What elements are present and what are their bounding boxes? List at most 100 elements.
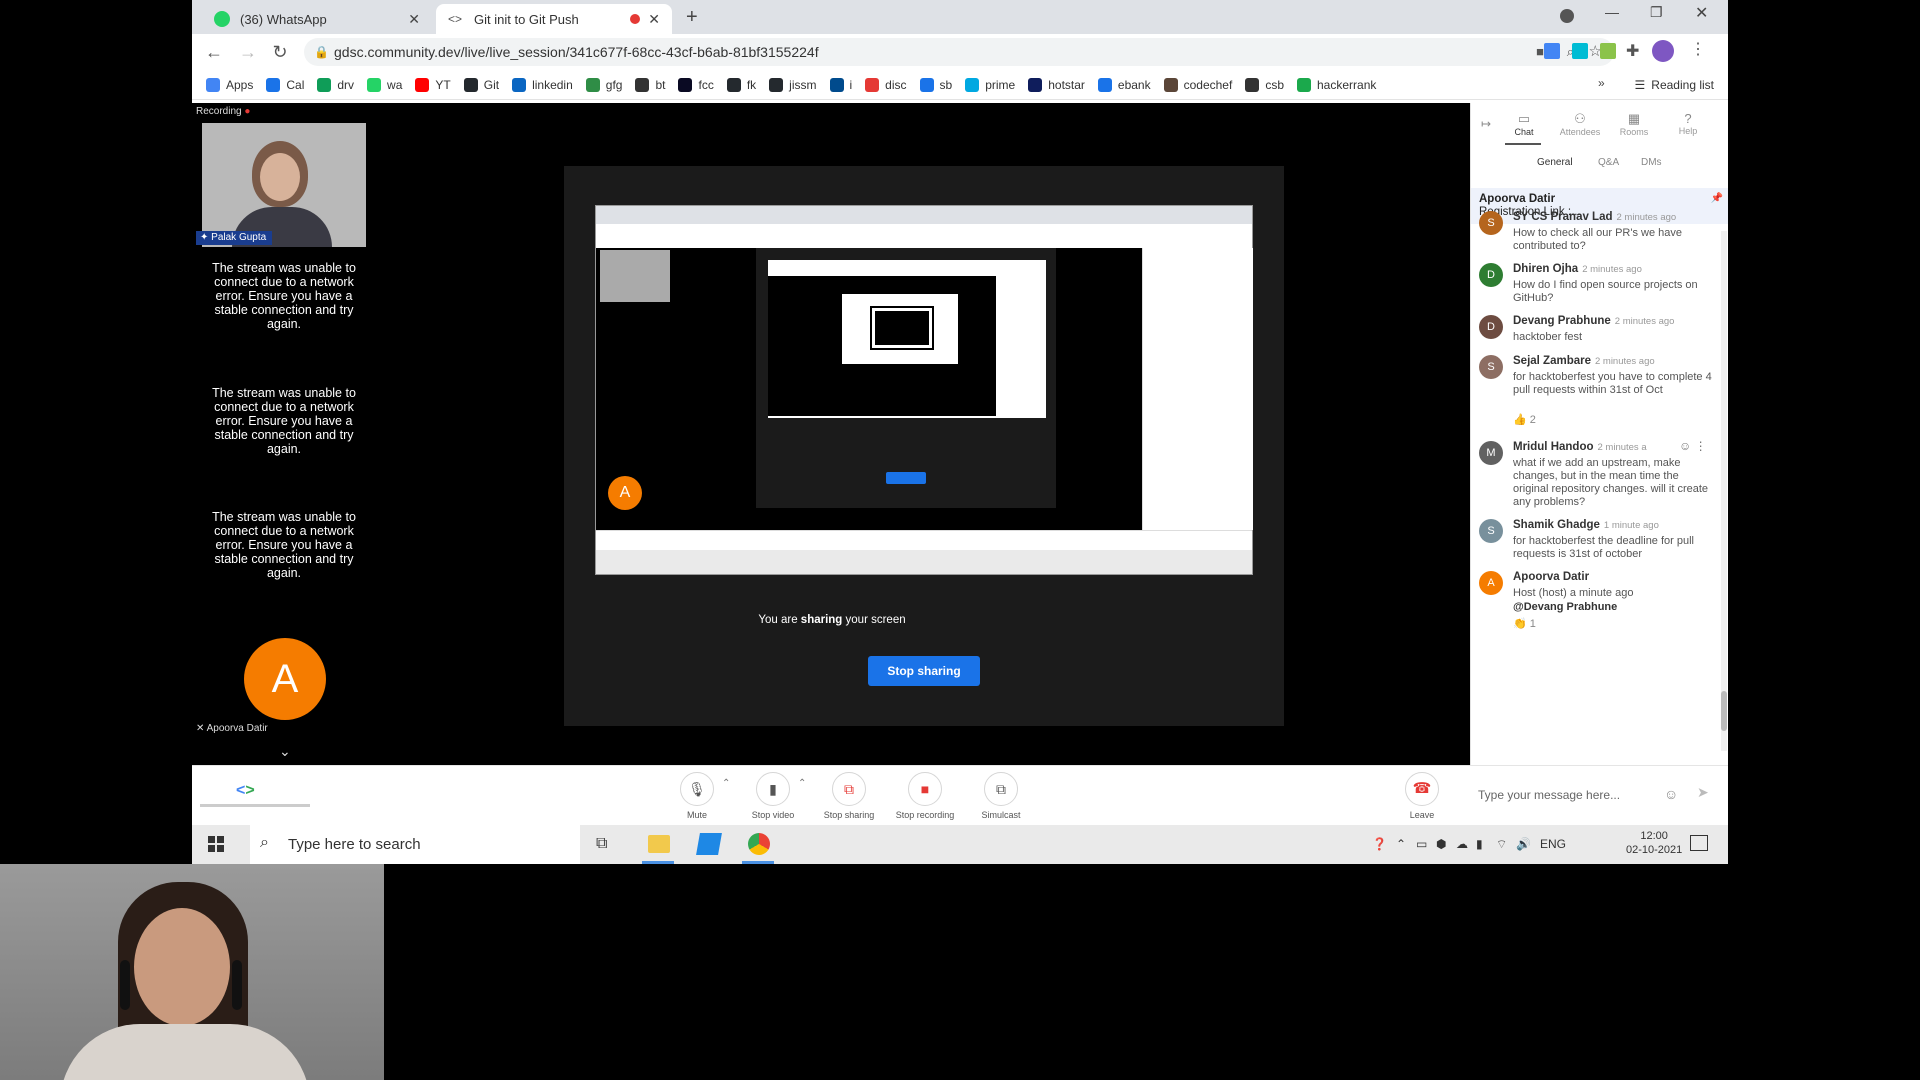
attendee-name-tag: ✕ Apoorva Datir	[196, 723, 268, 734]
bookmark-fk[interactable]: fk	[726, 77, 756, 92]
close-tab-icon[interactable]: ✕	[648, 11, 660, 28]
message-reaction[interactable]: 👍 2	[1513, 413, 1536, 426]
avatar[interactable]	[1652, 40, 1674, 62]
chevron-up-icon[interactable]: ⌃	[722, 778, 730, 789]
emoji-icon[interactable]: ☺	[1664, 786, 1678, 802]
tab-git-init[interactable]: <> Git init to Git Push ✕	[436, 4, 672, 34]
bookmark-bt[interactable]: bt	[635, 77, 666, 92]
leave-button[interactable]: ☎ Leave	[1402, 772, 1442, 820]
send-icon[interactable]: ➤	[1697, 784, 1709, 801]
camera-icon[interactable]: ■	[1536, 38, 1544, 66]
bookmark-sb[interactable]: sb	[919, 77, 952, 92]
forward-icon[interactable]: →	[236, 40, 260, 64]
bookmark-label: jissm	[789, 77, 817, 92]
maximize-icon[interactable]: ❐	[1650, 4, 1663, 21]
bookmark-drv[interactable]: drv	[317, 77, 354, 92]
antivirus-icon[interactable]: ⬢	[1436, 837, 1446, 851]
tab-chat[interactable]: ▭ Chat	[1501, 111, 1547, 137]
profile-indicator-icon[interactable]	[1560, 9, 1574, 23]
subtab-general[interactable]: General	[1537, 157, 1573, 168]
file-explorer-icon[interactable]	[648, 835, 670, 853]
bookmarks-overflow-icon[interactable]: »	[1598, 76, 1605, 90]
bookmark-prime[interactable]: prime	[965, 77, 1015, 92]
bookmark-yt[interactable]: YT	[415, 77, 451, 92]
windows-start-icon[interactable]	[208, 836, 224, 852]
bookmark-i[interactable]: i	[829, 77, 852, 92]
message-more-icon[interactable]: ☺ ⋮	[1679, 439, 1707, 453]
stop-sharing-button[interactable]: Stop sharing	[868, 656, 980, 686]
pinned-author: Apoorva Datir	[1479, 193, 1556, 205]
close-tab-icon[interactable]: ✕	[408, 11, 420, 28]
bookmark-label: Cal	[286, 77, 305, 92]
bookmark-jissm[interactable]: jissm	[769, 77, 817, 92]
tab-attendees[interactable]: ⚇ Attendees	[1557, 111, 1603, 137]
clock-time: 12:00	[1640, 830, 1668, 842]
control-label: Mute	[686, 810, 707, 820]
bookmark-label: bt	[655, 77, 666, 92]
notifications-icon[interactable]	[1690, 835, 1708, 851]
nested-share	[842, 294, 958, 364]
avatar: S	[1479, 355, 1503, 379]
taskbar-clock[interactable]: 12:00 02-10-2021	[1626, 829, 1682, 857]
extension-icon[interactable]	[1544, 43, 1560, 59]
address-bar[interactable]: 🔒 gdsc.community.dev/live/live_session/3…	[304, 38, 1614, 66]
tab-help[interactable]: ? Help	[1665, 111, 1711, 136]
subtab-qa[interactable]: Q&A	[1598, 157, 1619, 168]
chat-scrollbar-thumb[interactable]	[1721, 691, 1727, 731]
volume-icon[interactable]: 🔊	[1516, 837, 1531, 851]
bookmark-fcc[interactable]: fcc	[678, 77, 714, 92]
stop-recording-button[interactable]: ■ Stop recording	[890, 772, 960, 820]
chrome-icon[interactable]	[748, 833, 770, 855]
bookmark-wa[interactable]: wa	[367, 77, 402, 92]
bookmark-disc[interactable]: disc	[865, 77, 907, 92]
extension-icon[interactable]	[1600, 43, 1616, 59]
battery-icon[interactable]: ▮	[1476, 837, 1483, 851]
bookmark-git[interactable]: Git	[463, 77, 499, 92]
chevron-up-icon[interactable]: ⌃	[1396, 837, 1406, 851]
new-tab-button[interactable]: +	[686, 6, 698, 29]
preview-toolbar	[596, 224, 1252, 249]
minimize-icon[interactable]: —	[1605, 4, 1619, 20]
usb-icon[interactable]: ▭	[1416, 837, 1427, 851]
chevron-up-icon[interactable]: ⌃	[798, 778, 806, 789]
message-reaction[interactable]: 👏 1	[1513, 617, 1536, 630]
bookmark-gfg[interactable]: gfg	[585, 77, 622, 92]
bookmark-favicon-icon	[1163, 77, 1178, 92]
tab-whatsapp[interactable]: (36) WhatsApp ✕	[202, 4, 432, 34]
bookmark-ebank[interactable]: ebank	[1097, 77, 1151, 92]
cloud-icon[interactable]: ☁	[1456, 837, 1468, 851]
reload-icon[interactable]: ↻	[268, 40, 292, 64]
bookmark-favicon-icon	[678, 77, 693, 92]
language-indicator[interactable]: ENG	[1540, 837, 1566, 851]
reading-list-button[interactable]: ☰ Reading list	[1635, 78, 1714, 92]
bookmark-apps[interactable]: Apps	[206, 77, 253, 92]
bookmark-hotstar[interactable]: hotstar	[1028, 77, 1085, 92]
stop-sharing-button[interactable]: ⧉ Stop sharing	[814, 772, 884, 820]
stream-error-text: The stream was unable to connect due to …	[212, 261, 356, 331]
tab-rooms[interactable]: ▦ Rooms	[1611, 111, 1657, 137]
task-view-icon[interactable]: ⧉	[596, 835, 607, 853]
extension-icon[interactable]	[1572, 43, 1588, 59]
bookmark-linkedin[interactable]: linkedin	[512, 77, 573, 92]
taskbar-search-box[interactable]: ⌕ Type here to search	[250, 825, 580, 864]
bookmark-codechef[interactable]: codechef	[1163, 77, 1232, 92]
chat-scrollbar[interactable]	[1721, 231, 1727, 751]
subtab-dms[interactable]: DMs	[1641, 157, 1662, 168]
stream-error-text: The stream was unable to connect due to …	[212, 510, 356, 580]
chevron-down-icon[interactable]: ⌄	[279, 743, 291, 760]
wifi-icon[interactable]: ⌔	[1496, 837, 1507, 852]
shared-screen-preview: A	[595, 205, 1253, 575]
bookmark-label: hotstar	[1048, 77, 1085, 92]
puzzle-icon[interactable]: ✚	[1626, 41, 1639, 61]
help-icon[interactable]: ❓	[1372, 837, 1387, 851]
bookmark-csb[interactable]: csb	[1245, 77, 1284, 92]
menu-icon[interactable]: ⋮	[1690, 39, 1706, 59]
avatar: S	[1479, 211, 1503, 235]
back-icon[interactable]: ←	[202, 40, 226, 64]
collapse-panel-icon[interactable]: ↦	[1481, 117, 1491, 131]
vscode-icon[interactable]	[696, 833, 722, 855]
bookmark-cal[interactable]: Cal	[266, 77, 305, 92]
simulcast-button[interactable]: ⧉ Simulcast	[966, 772, 1036, 820]
close-window-icon[interactable]: ✕	[1695, 3, 1708, 23]
bookmark-hackerrank[interactable]: hackerrank	[1297, 77, 1376, 92]
